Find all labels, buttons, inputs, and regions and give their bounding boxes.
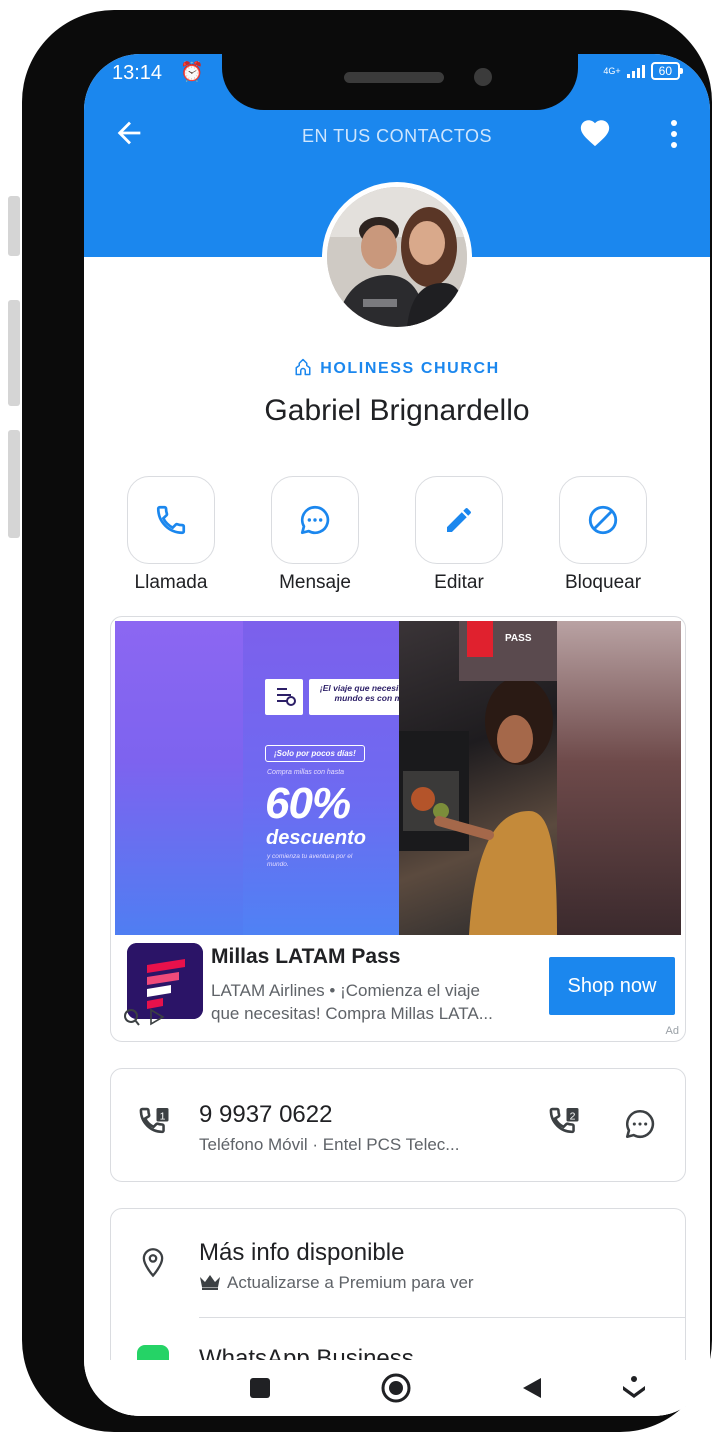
battery-icon: 60 bbox=[650, 62, 684, 80]
more-info-subtitle: Actualizarse a Premium para ver bbox=[199, 1273, 474, 1293]
block-button[interactable] bbox=[559, 476, 647, 564]
ad-label: Ad bbox=[665, 1025, 679, 1037]
assistant-icon bbox=[623, 1376, 645, 1398]
volume-down-button bbox=[8, 300, 20, 406]
ad-banner-red-tag bbox=[467, 621, 493, 657]
ad-miles-logo bbox=[265, 679, 303, 715]
block-icon bbox=[588, 505, 618, 535]
heart-icon bbox=[580, 120, 610, 147]
ad-body-line-1: LATAM Airlines • ¡Comienza el viaje bbox=[211, 981, 480, 1000]
svg-text:2: 2 bbox=[570, 1110, 576, 1122]
edit-action[interactable]: Editar bbox=[394, 476, 524, 594]
ad-body: LATAM Airlines • ¡Comienza el viaje que … bbox=[211, 979, 531, 1025]
recent-apps-button[interactable] bbox=[240, 1368, 280, 1408]
svg-text:1: 1 bbox=[160, 1110, 166, 1122]
more-vertical-icon bbox=[671, 120, 677, 148]
triangle-back-icon bbox=[523, 1378, 541, 1398]
speaker bbox=[344, 72, 444, 83]
avatar-photo bbox=[327, 187, 467, 327]
church-icon bbox=[295, 358, 311, 376]
message-button[interactable] bbox=[271, 476, 359, 564]
pencil-icon bbox=[447, 508, 471, 532]
ad-choices-icon[interactable] bbox=[123, 1007, 169, 1027]
assistant-button[interactable] bbox=[614, 1368, 654, 1408]
ad-card[interactable]: ¡El viaje que necesitas por el mundo es … bbox=[110, 616, 686, 1042]
ad-banner-image[interactable]: ¡El viaje que necesitas por el mundo es … bbox=[115, 621, 681, 935]
more-options-button[interactable] bbox=[666, 116, 682, 152]
message-label: Mensaje bbox=[279, 572, 351, 593]
sim1-call-icon[interactable]: 1 bbox=[137, 1105, 173, 1146]
square-icon bbox=[250, 1378, 270, 1398]
location-pin-icon bbox=[139, 1247, 167, 1284]
ad-banner-right-panel bbox=[557, 621, 681, 935]
signal-icon bbox=[626, 64, 645, 78]
network-type: 4G+ bbox=[603, 65, 621, 76]
send-message-button[interactable] bbox=[623, 1107, 657, 1146]
sim2-call-button[interactable]: 2 bbox=[547, 1105, 583, 1146]
contact-name: Gabriel Brignardello bbox=[264, 394, 530, 427]
phone-frame: 13:14 ⏰ 4G+ 60 EN TUS CONTACTOS HOLINESS… bbox=[22, 10, 712, 1432]
shop-now-button[interactable]: Shop now bbox=[549, 957, 675, 1015]
ad-banner-photo bbox=[399, 621, 557, 935]
avatar[interactable] bbox=[322, 182, 472, 332]
back-nav-button[interactable] bbox=[512, 1368, 552, 1408]
status-time: 13:14 bbox=[112, 62, 163, 84]
ad-banner-left-panel bbox=[115, 621, 243, 935]
volume-up-button bbox=[8, 196, 20, 256]
ad-banner-promo-tag: ¡Solo por pocos días! bbox=[265, 745, 365, 762]
ad-banner-tagline: y comienza tu aventura por el mundo. bbox=[267, 853, 353, 868]
crown-icon bbox=[200, 1275, 220, 1290]
ad-body-line-2: que necesitas! Compra Millas LATA... bbox=[211, 1004, 493, 1023]
call-label: Llamada bbox=[134, 572, 208, 593]
phone-number-card[interactable]: 1 9 9937 0622 Teléfono Móvil · Entel PCS… bbox=[110, 1068, 686, 1182]
ad-title[interactable]: Millas LATAM Pass bbox=[211, 945, 400, 969]
phone-number[interactable]: 9 9937 0622 bbox=[199, 1101, 332, 1129]
edit-button[interactable] bbox=[415, 476, 503, 564]
more-info-title: Más info disponible bbox=[199, 1239, 405, 1266]
home-circle-icon bbox=[381, 1373, 411, 1403]
divider bbox=[199, 1317, 685, 1318]
sim2-call-icon: 2 bbox=[549, 1107, 579, 1134]
organization-label: HOLINESS CHURCH bbox=[320, 360, 500, 377]
favorite-button[interactable] bbox=[578, 116, 612, 150]
ad-banner-mid-panel bbox=[243, 621, 399, 935]
screen: 13:14 ⏰ 4G+ 60 EN TUS CONTACTOS HOLINESS… bbox=[84, 54, 710, 1416]
home-button[interactable] bbox=[376, 1368, 416, 1408]
phone-type: Teléfono Móvil · Entel PCS Telec... bbox=[199, 1135, 460, 1154]
status-right-icons: 4G+ 60 bbox=[603, 62, 684, 80]
phone-icon bbox=[156, 505, 186, 535]
ad-banner-brand: PASS bbox=[505, 633, 532, 644]
call-action[interactable]: Llamada bbox=[106, 476, 236, 594]
page-title: EN TUS CONTACTOS bbox=[301, 126, 493, 146]
call-button[interactable] bbox=[127, 476, 215, 564]
chat-bubble-icon bbox=[625, 1109, 655, 1139]
alarm-mute-icon: ⏰ bbox=[180, 62, 204, 83]
chat-bubble-icon bbox=[300, 505, 330, 535]
power-button bbox=[8, 430, 20, 538]
ad-banner-discount: descuento bbox=[266, 827, 367, 849]
edit-label: Editar bbox=[434, 572, 484, 593]
front-camera bbox=[474, 68, 492, 86]
ad-banner-percent: 60% bbox=[265, 779, 351, 828]
block-action[interactable]: Bloquear bbox=[538, 476, 668, 594]
ad-banner-promo-line: Compra millas con hasta bbox=[267, 769, 345, 776]
block-label: Bloquear bbox=[564, 572, 642, 593]
more-info-subtitle-text: Actualizarse a Premium para ver bbox=[227, 1273, 474, 1292]
system-navigation-bar bbox=[84, 1360, 710, 1416]
message-action[interactable]: Mensaje bbox=[250, 476, 380, 594]
organization: HOLINESS CHURCH bbox=[84, 358, 710, 378]
notch bbox=[222, 50, 578, 110]
